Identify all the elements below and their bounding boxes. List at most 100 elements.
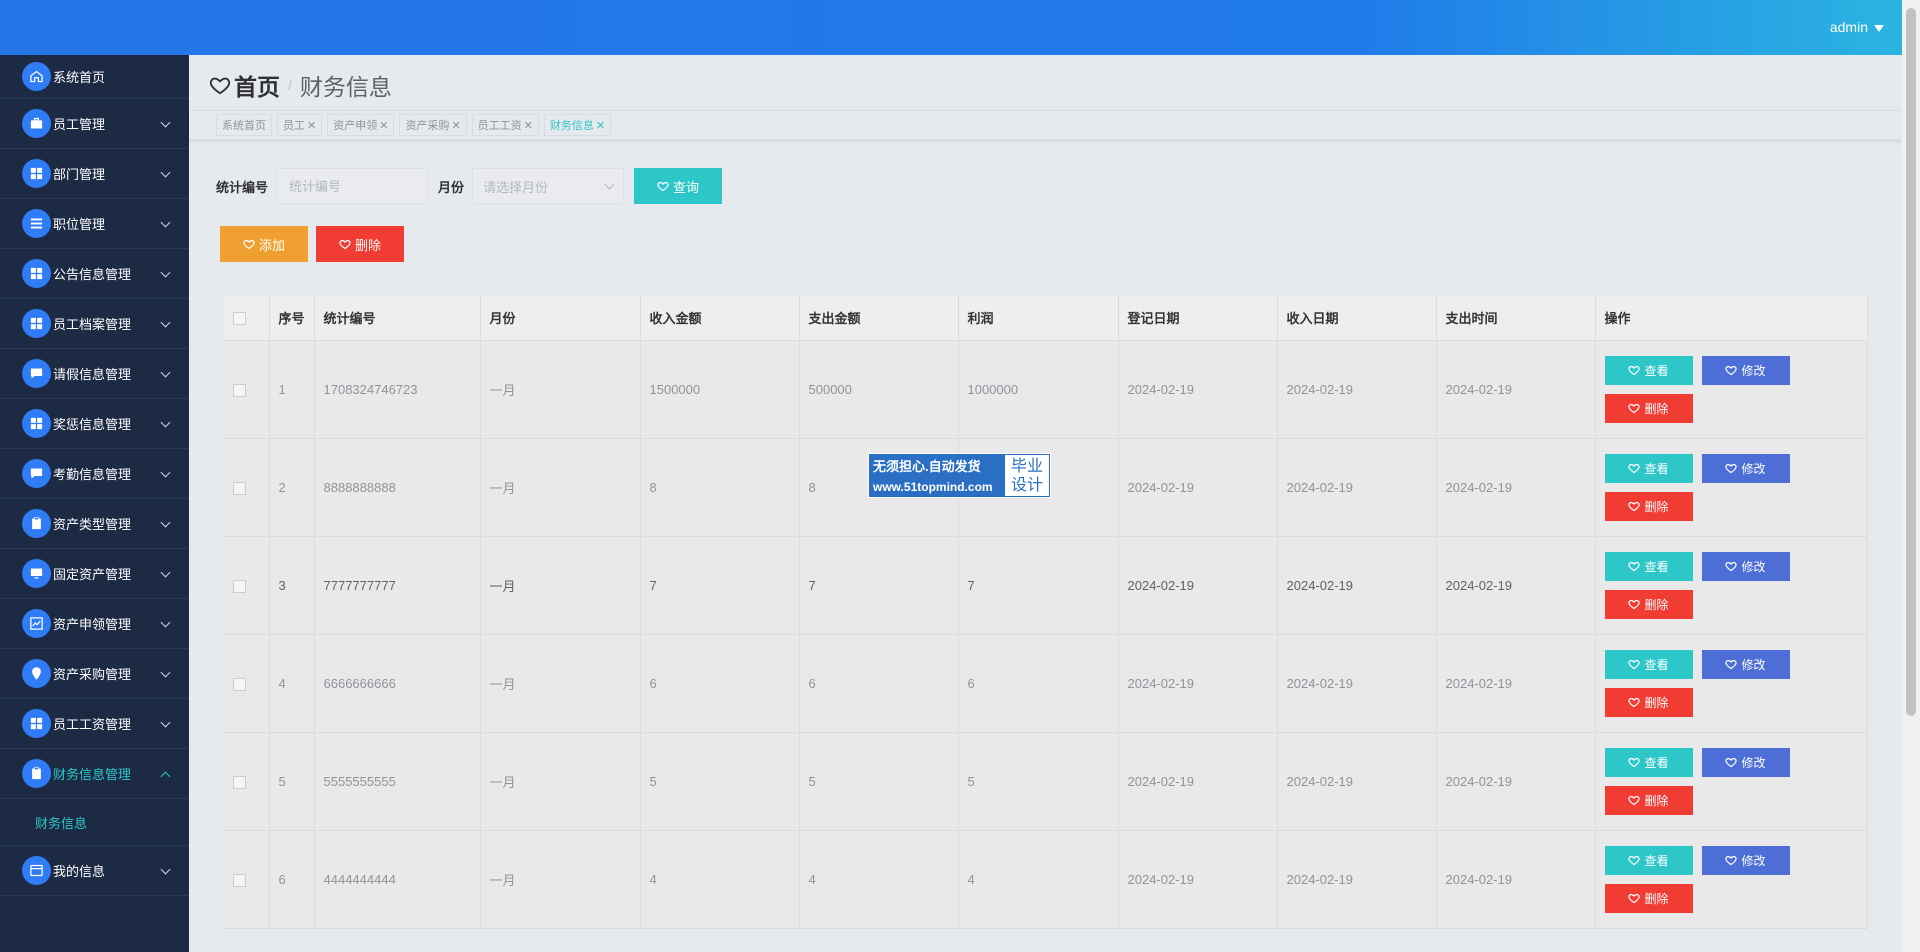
- sidebar-item-9[interactable]: 资产类型管理: [0, 499, 189, 549]
- sidebar-item-0[interactable]: 系统首页: [0, 55, 189, 99]
- tag-2[interactable]: 资产申领 ✕: [327, 114, 395, 136]
- cell-index: 5: [269, 732, 315, 831]
- tag-1[interactable]: 员工 ✕: [277, 114, 323, 136]
- scrollbar-thumb[interactable]: [1906, 8, 1916, 716]
- row-delete-button[interactable]: 删除: [1604, 785, 1693, 815]
- finance-table: 序号 统计编号 月份 收入金额 支出金额 利润 登记日期 收入日期 支出时间 操…: [224, 295, 1868, 929]
- edit-button[interactable]: 修改: [1701, 747, 1790, 777]
- heart-icon: [1628, 893, 1641, 904]
- view-button[interactable]: 查看: [1604, 551, 1693, 581]
- sidebar-item-label: 部门管理: [53, 167, 106, 182]
- row-delete-button[interactable]: 删除: [1604, 589, 1693, 619]
- user-menu[interactable]: admin: [1830, 19, 1884, 35]
- close-icon[interactable]: ✕: [379, 119, 388, 132]
- add-button[interactable]: 添加: [220, 226, 308, 262]
- cell-profit: 7: [958, 536, 1119, 635]
- month-select[interactable]: 请选择月份: [472, 168, 625, 204]
- sidebar-item-6[interactable]: 请假信息管理: [0, 349, 189, 399]
- heart-icon: [1725, 757, 1738, 768]
- close-icon[interactable]: ✕: [596, 119, 605, 132]
- sidebar-item-14[interactable]: 财务信息管理: [0, 749, 189, 799]
- edit-button[interactable]: 修改: [1701, 453, 1790, 483]
- chart-icon: [22, 609, 51, 638]
- tag-4[interactable]: 员工工资 ✕: [471, 114, 539, 136]
- sidebar-item-label: 资产采购管理: [53, 667, 132, 682]
- view-button[interactable]: 查看: [1604, 453, 1693, 483]
- breadcrumb-home[interactable]: 首页: [209, 68, 280, 102]
- sidebar-item-7[interactable]: 奖惩信息管理: [0, 399, 189, 449]
- heart-icon: [1628, 757, 1641, 768]
- cell-reg-date: 2024-02-19: [1118, 634, 1278, 733]
- row-delete-button[interactable]: 删除: [1604, 883, 1693, 913]
- row-checkbox[interactable]: [233, 383, 246, 397]
- view-label: 查看: [1644, 657, 1669, 672]
- page-scrollbar[interactable]: [1902, 0, 1920, 952]
- view-label: 查看: [1644, 853, 1669, 868]
- edit-button[interactable]: 修改: [1701, 551, 1790, 581]
- edit-button[interactable]: 修改: [1701, 355, 1790, 385]
- sidebar-subitem-finance[interactable]: 财务信息: [0, 799, 189, 846]
- query-button[interactable]: 查询: [634, 168, 723, 204]
- cell-expense-date: 2024-02-19: [1436, 732, 1596, 831]
- chevron-icon: [160, 317, 171, 328]
- row-delete-button[interactable]: 删除: [1604, 687, 1693, 717]
- select-all-checkbox[interactable]: [233, 311, 246, 325]
- edit-button[interactable]: 修改: [1701, 845, 1790, 875]
- row-checkbox[interactable]: [233, 481, 246, 495]
- row-delete-label: 删除: [1644, 793, 1669, 808]
- sidebar-item-8[interactable]: 考勤信息管理: [0, 449, 189, 499]
- row-checkbox[interactable]: [233, 873, 246, 887]
- row-checkbox[interactable]: [233, 579, 246, 593]
- heart-icon: [1725, 659, 1738, 670]
- cell-expense-date: 2024-02-19: [1436, 438, 1596, 537]
- row-checkbox[interactable]: [233, 677, 246, 691]
- edit-button[interactable]: 修改: [1701, 649, 1790, 679]
- pin-icon: [22, 659, 51, 688]
- header-reg-date: 登记日期: [1118, 295, 1278, 341]
- chevron-down-icon: [604, 179, 615, 189]
- code-label: 统计编号: [216, 179, 269, 195]
- view-button[interactable]: 查看: [1604, 747, 1693, 777]
- tag-3[interactable]: 资产采购 ✕: [399, 114, 467, 136]
- heart-icon: [1725, 463, 1738, 474]
- breadcrumb-home-label: 首页: [234, 74, 280, 100]
- view-button[interactable]: 查看: [1604, 845, 1693, 875]
- cell-code: 6666666666: [314, 634, 481, 733]
- cell-index: 6: [269, 830, 315, 929]
- cell-reg-date: 2024-02-19: [1118, 536, 1278, 635]
- tag-label: 资产申领: [333, 120, 378, 132]
- cell-expense-date: 2024-02-19: [1436, 340, 1596, 439]
- sidebar-item-10[interactable]: 固定资产管理: [0, 549, 189, 599]
- sidebar-item-label: 员工档案管理: [53, 317, 132, 332]
- delete-button[interactable]: 删除: [316, 226, 404, 262]
- close-icon[interactable]: ✕: [307, 119, 316, 132]
- tag-5[interactable]: 财务信息 ✕: [543, 114, 612, 136]
- sidebar-item-2[interactable]: 部门管理: [0, 149, 189, 199]
- row-delete-button[interactable]: 删除: [1604, 393, 1693, 423]
- sidebar-item-1[interactable]: 员工管理: [0, 99, 189, 149]
- chevron-icon: [160, 467, 171, 478]
- code-input[interactable]: [276, 168, 429, 204]
- tag-0[interactable]: 系统首页: [216, 114, 272, 136]
- action-bar: 添加 删除: [220, 226, 412, 262]
- close-icon[interactable]: ✕: [524, 119, 533, 132]
- close-icon[interactable]: ✕: [451, 119, 460, 132]
- sidebar-item-15[interactable]: 我的信息: [0, 846, 189, 896]
- cell-month: 一月: [480, 340, 641, 439]
- table-row: 4 6666666666 一月 6 6 6 2024-02-19 2024-02-19 2024…: [224, 634, 1868, 733]
- heart-icon: [657, 181, 669, 192]
- cell-expense: 5: [799, 732, 959, 831]
- cell-expense: 7: [799, 536, 959, 635]
- sidebar-item-3[interactable]: 职位管理: [0, 199, 189, 249]
- sidebar-item-12[interactable]: 资产采购管理: [0, 649, 189, 699]
- sidebar-item-11[interactable]: 资产申领管理: [0, 599, 189, 649]
- tag-label: 员工: [283, 120, 305, 132]
- row-checkbox[interactable]: [233, 775, 246, 789]
- sidebar-item-5[interactable]: 员工档案管理: [0, 299, 189, 349]
- row-delete-button[interactable]: 删除: [1604, 491, 1693, 521]
- heart-icon: [1628, 501, 1641, 512]
- sidebar-item-13[interactable]: 员工工资管理: [0, 699, 189, 749]
- view-button[interactable]: 查看: [1604, 355, 1693, 385]
- sidebar-item-4[interactable]: 公告信息管理: [0, 249, 189, 299]
- view-button[interactable]: 查看: [1604, 649, 1693, 679]
